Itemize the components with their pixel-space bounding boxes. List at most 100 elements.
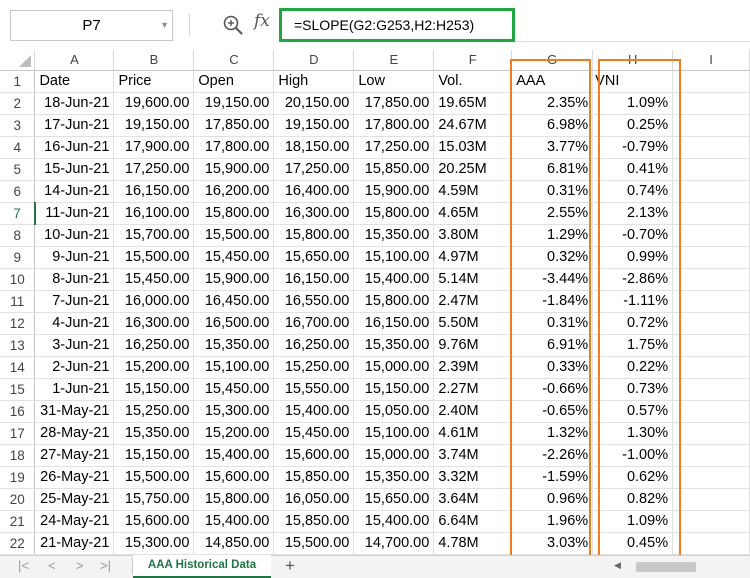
cell[interactable]: AAA [511,70,594,93]
cell[interactable]: 0.99% [592,246,674,269]
cell[interactable] [672,312,750,335]
cell[interactable]: Price [113,70,195,93]
cell[interactable]: 15,450.00 [193,378,275,401]
prev-sheet-icon[interactable]: < [48,558,56,573]
cell[interactable]: 15,650.00 [353,488,435,511]
cell[interactable]: 27-May-21 [34,444,115,467]
row-header[interactable]: 14 [0,356,36,379]
cell[interactable] [672,158,750,181]
cell[interactable]: 15,700.00 [113,224,195,247]
cell[interactable]: 3.80M [433,224,513,247]
cell[interactable]: 16,100.00 [113,202,195,225]
cell[interactable] [672,444,750,467]
cell[interactable] [672,356,750,379]
column-header-d[interactable]: D [273,50,355,71]
cell[interactable]: 3.64M [433,488,513,511]
cell[interactable]: 0.57% [592,400,674,423]
add-sheet-button[interactable]: + [285,556,295,576]
cell[interactable]: 17,250.00 [113,158,195,181]
cell[interactable]: 28-May-21 [34,422,115,445]
last-sheet-icon[interactable]: >| [100,558,111,573]
cell[interactable]: 2-Jun-21 [34,356,115,379]
cell[interactable]: 15,800.00 [273,224,355,247]
row-header[interactable]: 11 [0,290,36,313]
cell[interactable]: 6.81% [511,158,594,181]
cell[interactable]: 15,200.00 [193,422,275,445]
scrollbar-thumb[interactable] [636,562,696,572]
cell[interactable]: 9-Jun-21 [34,246,115,269]
cell[interactable]: 2.35% [511,92,594,115]
cell[interactable]: 19,150.00 [273,114,355,137]
row-header[interactable]: 21 [0,510,36,533]
row-header[interactable]: 19 [0,466,36,489]
cell[interactable]: 15,600.00 [113,510,195,533]
cell[interactable]: 17,800.00 [353,114,435,137]
cell[interactable]: 19,600.00 [113,92,195,115]
cell[interactable]: 3.77% [511,136,594,159]
column-header-c[interactable]: C [193,50,275,71]
cell[interactable]: 16,250.00 [273,334,355,357]
cell[interactable]: 25-May-21 [34,488,115,511]
cell[interactable]: 15,800.00 [353,290,435,313]
cell[interactable] [672,378,750,401]
cell[interactable]: 24-May-21 [34,510,115,533]
cell[interactable] [672,334,750,357]
cell[interactable]: 15-Jun-21 [34,158,115,181]
cell[interactable]: 15,900.00 [193,268,275,291]
cell[interactable]: 17,850.00 [193,114,275,137]
cell[interactable]: 16,150.00 [113,180,195,203]
row-header[interactable]: 12 [0,312,36,335]
cell[interactable]: 15,600.00 [193,466,275,489]
cell[interactable]: 15,550.00 [273,378,355,401]
cell[interactable]: 4.61M [433,422,513,445]
cell[interactable]: 21-May-21 [34,532,115,555]
cell[interactable]: 0.22% [592,356,674,379]
column-header-g[interactable]: G [511,50,594,71]
cell[interactable]: 0.31% [511,180,594,203]
cell[interactable]: 15,350.00 [353,224,435,247]
cell[interactable]: 2.47M [433,290,513,313]
cell[interactable]: 20.25M [433,158,513,181]
cell[interactable]: 15,750.00 [113,488,195,511]
cell[interactable]: 15,150.00 [353,378,435,401]
cell[interactable]: 15,500.00 [273,532,355,555]
row-header[interactable]: 22 [0,532,36,555]
cell[interactable] [672,70,750,93]
column-header-i[interactable]: I [672,50,750,71]
cell[interactable]: 15,100.00 [193,356,275,379]
cell[interactable] [672,510,750,533]
cell[interactable]: 11-Jun-21 [34,202,115,225]
cell[interactable]: 15,500.00 [113,466,195,489]
cell[interactable]: 4.65M [433,202,513,225]
cell[interactable]: 15,400.00 [193,510,275,533]
cell[interactable] [672,136,750,159]
cell[interactable]: 15,250.00 [113,400,195,423]
cell[interactable]: -1.00% [592,444,674,467]
cell[interactable]: 15,300.00 [113,532,195,555]
cell[interactable]: 14,700.00 [353,532,435,555]
row-header[interactable]: 1 [0,70,36,93]
cell[interactable]: 15,150.00 [113,444,195,467]
cell[interactable]: 16,000.00 [113,290,195,313]
cell[interactable]: 0.74% [592,180,674,203]
cell[interactable] [672,92,750,115]
cell[interactable]: 9.76M [433,334,513,357]
cell[interactable]: 15,450.00 [193,246,275,269]
cell[interactable]: Low [353,70,435,93]
cell[interactable]: 15,850.00 [353,158,435,181]
cell[interactable] [672,180,750,203]
cell[interactable]: 1.09% [592,92,674,115]
cell[interactable]: 15,800.00 [193,202,275,225]
cell[interactable]: 2.55% [511,202,594,225]
cell[interactable]: -3.44% [511,268,594,291]
cell[interactable]: 2.39M [433,356,513,379]
row-header[interactable]: 15 [0,378,36,401]
cell[interactable]: 31-May-21 [34,400,115,423]
cell[interactable]: 15,100.00 [353,422,435,445]
cell[interactable]: 15,400.00 [193,444,275,467]
cell[interactable]: 15,900.00 [353,180,435,203]
formula-input[interactable]: =SLOPE(G2:G253,H2:H253) [279,8,515,42]
cell[interactable]: 8-Jun-21 [34,268,115,291]
cell[interactable]: 15,100.00 [353,246,435,269]
cell[interactable] [672,202,750,225]
